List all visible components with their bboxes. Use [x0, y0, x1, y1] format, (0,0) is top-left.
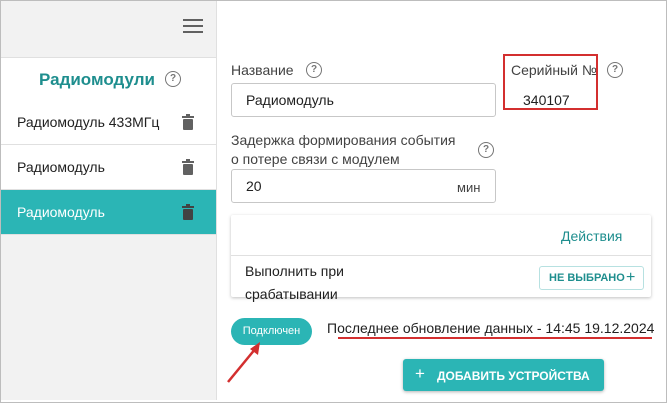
help-icon[interactable]: ? [306, 62, 322, 78]
sidebar-item-radiomodule-433[interactable]: Радиомодуль 433МГц [1, 100, 216, 145]
sidebar-title: Радиомодули [39, 70, 155, 89]
add-devices-button[interactable]: + ДОБАВИТЬ УСТРОЙСТВА [403, 359, 604, 391]
help-icon[interactable]: ? [478, 142, 494, 158]
plus-icon: + [415, 364, 425, 383]
sidebar: Радиомодули ? Радиомодуль 433МГц Радиомо… [1, 1, 217, 400]
last-update-text: Последнее обновление данных - 14:45 19.1… [327, 320, 655, 336]
sidebar-item-label: Радиомодуль [17, 204, 105, 220]
trash-icon[interactable] [181, 204, 195, 220]
annotation-arrow-icon [227, 342, 260, 383]
add-devices-label: ДОБАВИТЬ УСТРОЙСТВА [437, 369, 590, 383]
trash-icon[interactable] [181, 114, 195, 130]
annotation-underline [338, 337, 652, 339]
action-select-button[interactable]: НЕ ВЫБРАНО + [539, 266, 644, 290]
name-label: Название [231, 62, 294, 78]
actions-card: Действия Выполнить при срабатывании НЕ В… [231, 215, 651, 302]
delay-unit: мин [457, 180, 481, 195]
plus-icon: + [626, 269, 636, 286]
sidebar-item-radiomodule-active[interactable]: Радиомодуль [1, 190, 216, 235]
sidebar-item-label: Радиомодуль [17, 159, 105, 175]
name-input[interactable] [231, 83, 496, 117]
sidebar-item-label: Радиомодуль 433МГц [17, 114, 160, 130]
actions-title: Действия [561, 228, 623, 244]
trigger-label-line1: Выполнить при [245, 263, 344, 279]
action-select-label: НЕ ВЫБРАНО [549, 272, 625, 284]
help-icon[interactable]: ? [607, 62, 623, 78]
annotation-highlight-box [503, 54, 598, 110]
help-icon[interactable]: ? [165, 71, 181, 87]
trigger-label-line2: срабатывании [245, 286, 338, 302]
hamburger-menu-icon[interactable] [183, 19, 203, 35]
sidebar-item-radiomodule[interactable]: Радиомодуль [1, 145, 216, 190]
trash-icon[interactable] [181, 159, 195, 175]
actions-card-header: Действия [231, 215, 651, 256]
delay-label-line2: о потере связи с модулем [231, 151, 400, 167]
sidebar-header: Радиомодули ? [1, 57, 216, 101]
delay-label-line1: Задержка формирования события [231, 132, 456, 148]
trigger-label: Выполнить при срабатывании [245, 260, 395, 306]
